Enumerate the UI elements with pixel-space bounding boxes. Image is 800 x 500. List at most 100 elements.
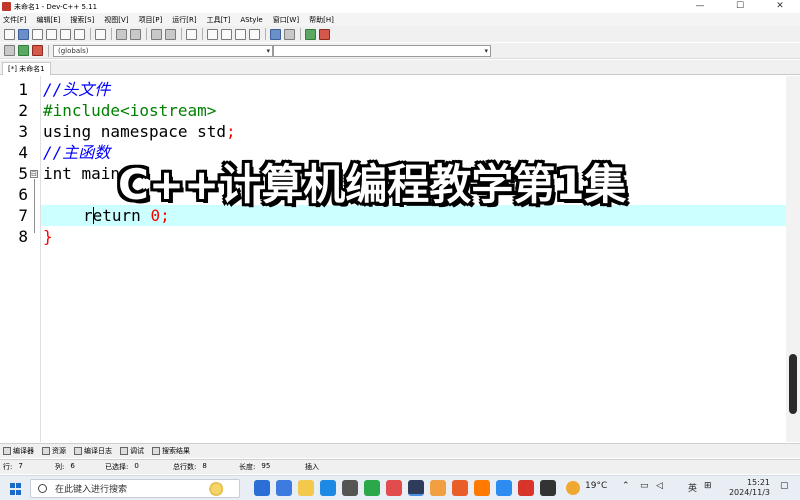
menu-edit[interactable]: 编辑[E] — [37, 15, 61, 25]
terminal-icon[interactable] — [540, 480, 556, 496]
edge-browser-icon[interactable] — [254, 480, 270, 496]
tab-label: 搜索结果 — [162, 447, 190, 455]
code-token: int main — [43, 164, 121, 183]
tab-debug[interactable]: 调试 — [120, 446, 144, 456]
app-icon[interactable] — [386, 480, 402, 496]
menu-search[interactable]: 搜索[S] — [70, 15, 94, 25]
stop-icon[interactable] — [284, 28, 295, 40]
wps-icon[interactable] — [518, 480, 534, 496]
code-token: using namespace std — [43, 122, 227, 141]
menu-help[interactable]: 帮助[H] — [309, 15, 334, 25]
firefox-icon[interactable] — [452, 480, 468, 496]
fold-guide-line — [34, 179, 35, 233]
close-button[interactable]: ✕ — [760, 0, 800, 13]
new-file-icon[interactable] — [4, 28, 15, 40]
find-icon[interactable] — [151, 28, 162, 40]
profile-chart-icon[interactable] — [305, 28, 316, 40]
network-icon[interactable]: ▭ — [640, 481, 649, 491]
fold-toggle-icon[interactable]: ⊟ — [30, 170, 38, 178]
bottom-panel-tabs: 编译器 资源 编译日志 调试 搜索结果 — [0, 443, 800, 458]
code-line-5: int main( — [43, 163, 130, 184]
ime-indicator[interactable]: 英 — [688, 481, 697, 494]
tab-search-results[interactable]: 搜索结果 — [152, 446, 190, 456]
menu-tools[interactable]: 工具[T] — [207, 15, 231, 25]
menu-run[interactable]: 运行[R] — [172, 15, 196, 25]
volume-icon[interactable]: ◁ — [656, 481, 663, 491]
maximize-button[interactable]: ☐ — [720, 0, 760, 13]
devcpp-taskbar-icon[interactable] — [408, 480, 424, 496]
app-icon[interactable] — [496, 480, 512, 496]
line-number: 5 — [18, 164, 28, 183]
menu-file[interactable]: 文件[F] — [3, 15, 27, 25]
menu-window[interactable]: 窗口[W] — [273, 15, 299, 25]
check-syntax-icon[interactable] — [270, 28, 281, 40]
menu-astyle[interactable]: AStyle — [240, 16, 262, 24]
new-project-icon[interactable] — [207, 28, 218, 40]
print-icon[interactable] — [95, 28, 106, 40]
project-options-icon[interactable] — [221, 28, 232, 40]
toolbar-separator — [90, 28, 91, 40]
browser-icon[interactable] — [276, 480, 292, 496]
undo-icon[interactable] — [116, 28, 127, 40]
compile-log-icon — [74, 447, 82, 455]
code-editor[interactable]: 1 2 3 4 5 6 7 8 ⊟ //头文件 #include<iostrea… — [0, 76, 800, 442]
close-file-icon[interactable] — [60, 28, 71, 40]
toolbar-separator — [146, 28, 147, 40]
vertical-scrollbar[interactable] — [786, 76, 800, 442]
save-all-icon[interactable] — [46, 28, 57, 40]
status-label: 行: — [3, 463, 13, 471]
app-icon[interactable] — [474, 480, 490, 496]
run-icon[interactable] — [18, 45, 29, 56]
view-toggle-icon[interactable] — [249, 28, 260, 40]
debug-icon[interactable] — [319, 28, 330, 40]
windows-start-icon[interactable] — [10, 483, 22, 495]
weather-temperature: 19°C — [585, 481, 608, 491]
status-value: 8 — [202, 462, 207, 470]
tab-resources[interactable]: 资源 — [42, 446, 66, 456]
tab-label: 编译器 — [13, 447, 34, 455]
wechat-icon[interactable] — [364, 480, 380, 496]
class-browser-icon[interactable] — [235, 28, 246, 40]
notification-icon[interactable]: ▢ — [780, 481, 789, 491]
replace-icon[interactable] — [165, 28, 176, 40]
menu-project[interactable]: 项目[P] — [139, 15, 163, 25]
status-selected: 已选择: 0 — [105, 462, 173, 472]
compile-run-icon[interactable] — [32, 45, 43, 56]
bookmark-icon[interactable] — [186, 28, 197, 40]
taskbar-search-box[interactable]: 在此键入进行搜索 — [30, 479, 240, 498]
file-explorer-icon[interactable] — [298, 480, 314, 496]
tray-chevron-up-icon[interactable]: ⌃ — [622, 481, 630, 491]
ime-mode-icon[interactable]: ⊞ — [704, 481, 712, 491]
tab-label: 调试 — [130, 447, 144, 455]
status-total-lines: 总行数: 8 — [173, 462, 239, 472]
tab-compiler[interactable]: 编译器 — [3, 446, 34, 456]
save-icon[interactable] — [32, 28, 43, 40]
open-file-icon[interactable] — [18, 28, 29, 40]
close-all-icon[interactable] — [74, 28, 85, 40]
tab-compile-log[interactable]: 编译日志 — [74, 446, 112, 456]
scope-combo[interactable]: (globals) ▾ — [53, 44, 273, 57]
store-icon[interactable] — [342, 480, 358, 496]
toolbar-separator — [111, 28, 112, 40]
scrollbar-thumb[interactable] — [789, 354, 797, 414]
status-col: 列: 6 — [55, 462, 105, 472]
search-results-icon — [152, 447, 160, 455]
compile-icon[interactable] — [4, 45, 15, 56]
tab-untitled1[interactable]: [*] 未命名1 — [2, 62, 51, 75]
scope-combo-value: (globals) — [58, 46, 89, 55]
redo-icon[interactable] — [130, 28, 141, 40]
line-number-gutter: 1 2 3 4 5 6 7 8 ⊟ — [0, 76, 40, 442]
symbol-combo[interactable]: ▾ — [273, 44, 491, 57]
title-bar: 未命名1 - Dev-C++ 5.11 — ☐ ✕ — [0, 0, 800, 13]
editor-tab-strip: [*] 未命名1 — [0, 60, 800, 75]
status-label: 已选择: — [105, 463, 129, 471]
status-row: 行: 7 — [3, 462, 55, 472]
text-caret — [93, 207, 94, 224]
taskbar-clock[interactable]: 15:21 2024/11/3 — [729, 478, 770, 498]
minimize-button[interactable]: — — [680, 0, 720, 13]
menu-view[interactable]: 视图[V] — [104, 15, 128, 25]
resources-icon — [42, 447, 50, 455]
app-icon[interactable] — [430, 480, 446, 496]
edge-icon[interactable] — [320, 480, 336, 496]
search-placeholder: 在此键入进行搜索 — [55, 485, 128, 495]
